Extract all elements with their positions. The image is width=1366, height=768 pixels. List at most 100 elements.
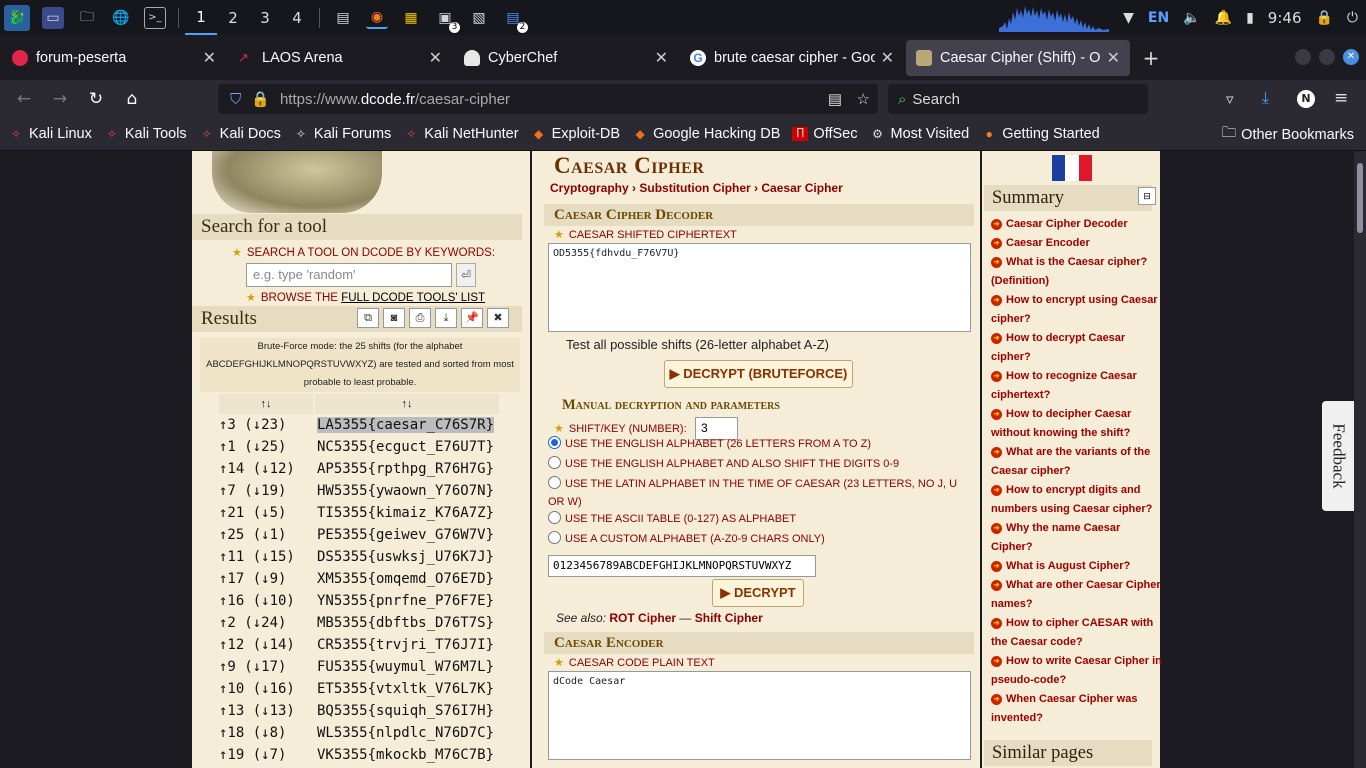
table-row[interactable]: ↑10 (↓16) ET5355{vtxltk_V76L7K} — [219, 678, 501, 700]
shift-cipher-link[interactable]: Shift Cipher — [695, 611, 763, 625]
sort-column-text[interactable]: ↑↓ — [315, 394, 499, 414]
radio-button[interactable] — [548, 456, 561, 469]
close-tab-icon[interactable]: ✕ — [429, 48, 442, 68]
notification-bell-icon[interactable]: 🔔 — [1215, 10, 1232, 26]
workspace-3[interactable]: 3 — [249, 0, 281, 35]
table-row[interactable]: ↑14 (↓12) AP5355{rpthpg_R76H7G} — [219, 458, 501, 480]
summary-link[interactable]: What are other Caesar Cipher names? — [991, 576, 1163, 614]
custom-alphabet-input[interactable]: 0123456789ABCDEFGHIJKLMNOPQRSTUVWXYZ — [548, 555, 816, 577]
search-bar[interactable]: ⌕ Search — [888, 84, 1148, 114]
bookmark-kali-linux[interactable]: ✧ Kali Linux — [8, 126, 92, 142]
profile-avatar[interactable]: N — [1297, 90, 1315, 108]
plaintext-input[interactable]: dCode Caesar — [548, 671, 971, 760]
language-indicator[interactable]: EN — [1148, 10, 1169, 26]
screenshot-icon[interactable]: ◙ — [383, 308, 405, 328]
download-icon[interactable]: ⤓ — [435, 308, 457, 328]
wifi-icon[interactable]: ▼ — [1123, 10, 1134, 26]
radio-button[interactable] — [548, 476, 561, 489]
table-row[interactable]: ↑12 (↓14) CR5355{trvjri_T76J7I} — [219, 634, 501, 656]
alphabet-option[interactable]: USE THE ENGLISH ALPHABET (26 LETTERS FRO… — [548, 435, 968, 453]
french-flag-icon[interactable] — [1052, 155, 1092, 181]
table-row[interactable]: ↑16 (↓10) YN5355{pnrfne_P76F7E} — [219, 590, 501, 612]
workspace-4[interactable]: 4 — [281, 0, 313, 35]
close-tab-icon[interactable]: ✕ — [655, 48, 668, 68]
tab-forum-peserta[interactable]: forum-peserta ✕ — [2, 40, 226, 76]
summary-collapse-icon[interactable]: ⊟ — [1138, 187, 1156, 205]
table-row[interactable]: ↑17 (↓9) XM5355{omqemd_O76E7D} — [219, 568, 501, 590]
show-desktop-icon[interactable]: ▭ — [42, 6, 64, 29]
browser-launcher-icon[interactable]: 🌐 — [110, 7, 132, 29]
breadcrumb-substitution[interactable]: Substitution Cipher — [639, 181, 750, 195]
lock-icon[interactable]: 🔒 — [1315, 10, 1332, 26]
radio-button[interactable] — [548, 436, 561, 449]
summary-link[interactable]: How to recognize Caesar ciphertext? — [991, 367, 1163, 405]
other-bookmarks-folder[interactable]: 🗀 Other Bookmarks — [1222, 118, 1354, 151]
summary-link[interactable]: How to decipher Caesar without knowing t… — [991, 405, 1163, 443]
bookmark-google-hacking-db[interactable]: ◆ Google Hacking DB — [632, 126, 780, 142]
summary-link[interactable]: What is the Caesar cipher? (Definition) — [991, 253, 1163, 291]
window-button-image[interactable]: ▧ — [468, 7, 490, 29]
bookmark-getting-started[interactable]: ● Getting Started — [981, 126, 1100, 142]
window-button-files[interactable]: ▤ 2 — [502, 7, 528, 33]
volume-icon[interactable]: 🔈 — [1183, 10, 1200, 26]
url-bar[interactable]: ⛉ 🔒 https://www. dcode.fr/caesar-cipher ▤… — [218, 84, 878, 114]
window-button-app[interactable]: ▦ — [400, 7, 422, 29]
table-row[interactable]: ↑21 (↓5) TI5355{kimaiz_K76A7Z} — [219, 502, 501, 524]
new-tab-button[interactable]: + — [1136, 46, 1166, 70]
table-row[interactable]: ↑13 (↓13) BQ5355{squiqh_S76I7H} — [219, 700, 501, 722]
clock[interactable]: 9:46 — [1268, 9, 1302, 27]
print-icon[interactable]: ⎙ — [409, 308, 431, 328]
decrypt-bruteforce-button[interactable]: ▶ DECRYPT (BRUTEFORCE) — [664, 360, 853, 388]
window-button-desktop[interactable]: ▤ — [332, 7, 354, 29]
copy-icon[interactable]: ⧉ — [357, 308, 379, 328]
window-button-firefox[interactable]: ◉ — [366, 7, 388, 29]
close-window-button[interactable]: ✕ — [1343, 49, 1359, 65]
table-row[interactable]: ↑9 (↓17) FU5355{wuymul_W76M7L} — [219, 656, 501, 678]
tool-search-input[interactable]: e.g. type 'random' — [246, 263, 452, 287]
radio-button[interactable] — [548, 511, 561, 524]
minimize-window-button[interactable] — [1295, 49, 1311, 65]
summary-link[interactable]: How to cipher CAESAR with the Caesar cod… — [991, 614, 1163, 652]
tab-laos-arena[interactable]: ↗ LAOS Arena ✕ — [228, 40, 452, 76]
app-menu-icon[interactable]: ≡ — [1334, 88, 1348, 108]
maximize-window-button[interactable] — [1319, 49, 1335, 65]
full-tools-list-link[interactable]: FULL DCODE TOOLS' LIST — [341, 292, 485, 304]
table-row[interactable]: ↑25 (↓1) PE5355{geiwev_G76W7V} — [219, 524, 501, 546]
bookmark-kali-forums[interactable]: ✧ Kali Forums — [293, 126, 391, 142]
pocket-icon[interactable]: ▿ — [1226, 90, 1234, 108]
battery-icon[interactable]: ▮ — [1246, 10, 1254, 26]
summary-link[interactable]: Caesar Encoder — [991, 234, 1163, 253]
table-row[interactable]: ↑18 (↓8) WL5355{nlpdlc_N76D7C} — [219, 722, 501, 744]
bookmark-most-visited[interactable]: ⚙ Most Visited — [869, 126, 969, 142]
breadcrumb-caesar[interactable]: Caesar Cipher — [761, 181, 842, 195]
summary-link[interactable]: When Caesar Cipher was invented? — [991, 690, 1163, 728]
decrypt-button[interactable]: ▶ DECRYPT — [712, 579, 804, 607]
back-button[interactable]: ← — [6, 89, 42, 109]
enter-icon[interactable]: ⏎ — [456, 263, 476, 287]
terminal-launcher-icon[interactable]: >_ — [144, 6, 166, 29]
reload-button[interactable]: ↻ — [78, 89, 114, 109]
bookmark-kali-nethunter[interactable]: ✧ Kali NetHunter — [403, 126, 518, 142]
table-row[interactable]: ↑7 (↓19) HW5355{ywaown_Y76O7N} — [219, 480, 501, 502]
table-row[interactable]: ↑3 (↓23) LA5355{caesar_C76S7R} — [219, 414, 501, 436]
rot-cipher-link[interactable]: ROT Cipher — [609, 611, 676, 625]
close-tab-icon[interactable]: ✕ — [881, 48, 894, 68]
table-row[interactable]: ↑2 (↓24) MB5355{dbftbs_D76T7S} — [219, 612, 501, 634]
bookmark-star-icon[interactable]: ☆ — [857, 90, 870, 108]
power-icon[interactable]: ⏻ — [1347, 10, 1358, 26]
alphabet-option[interactable]: USE A CUSTOM ALPHABET (A-Z0-9 CHARS ONLY… — [548, 530, 968, 548]
downloads-icon[interactable]: ⤓ — [1262, 88, 1269, 108]
summary-link[interactable]: How to decrypt Caesar cipher? — [991, 329, 1163, 367]
pin-icon[interactable]: 📌 — [461, 308, 483, 328]
summary-link[interactable]: What are the variants of the Caesar ciph… — [991, 443, 1163, 481]
summary-link[interactable]: How to write Caesar Cipher in pseudo-cod… — [991, 652, 1163, 690]
home-button[interactable]: ⌂ — [114, 89, 150, 109]
table-row[interactable]: ↑19 (↓7) VK5355{mkockb_M76C7B} — [219, 744, 501, 766]
summary-link[interactable]: What is August Cipher? — [991, 557, 1163, 576]
scrollbar-thumb[interactable] — [1357, 163, 1363, 233]
reader-view-icon[interactable]: ▤ — [828, 90, 842, 108]
window-button-terminal[interactable]: ▣ 3 — [434, 7, 460, 33]
tab-google-search[interactable]: Gbrute caesar cipher - Goo ✕ — [680, 40, 904, 76]
table-row[interactable]: ↑11 (↓15) DS5355{uswksj_U76K7J} — [219, 546, 501, 568]
bookmark-offsec[interactable]: ∏ OffSec — [792, 126, 857, 142]
